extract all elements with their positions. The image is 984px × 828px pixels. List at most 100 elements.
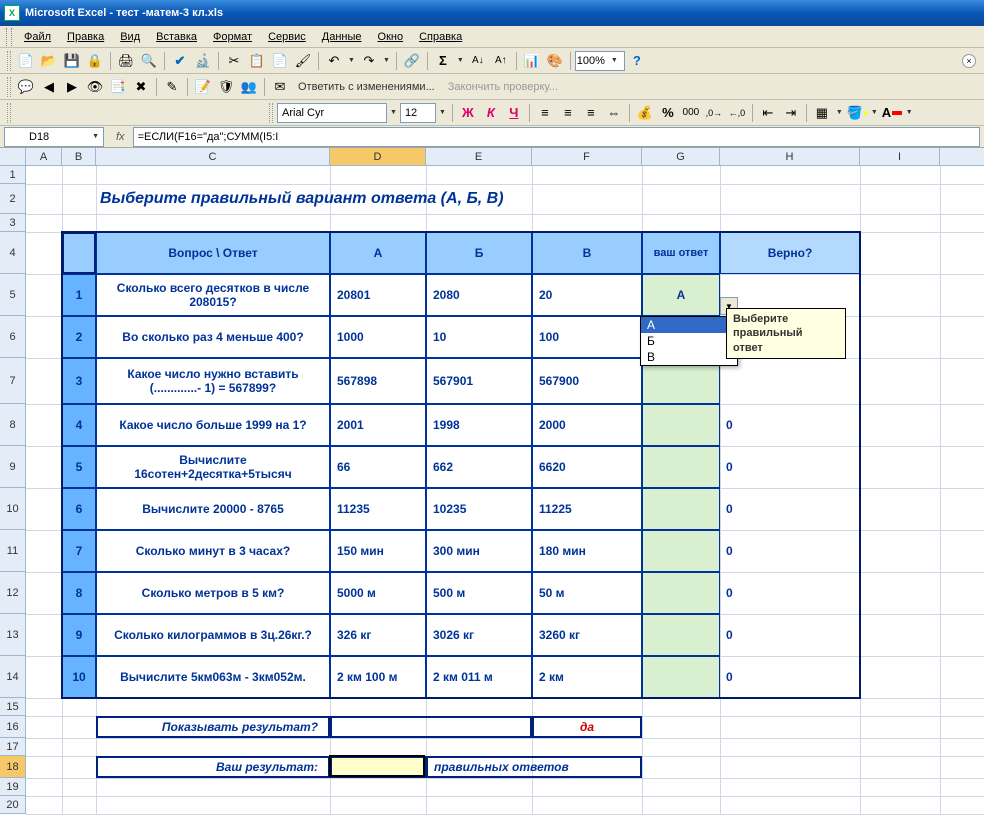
correct-cell[interactable]: 0: [720, 488, 860, 530]
correct-cell[interactable]: [720, 358, 860, 404]
menu-window[interactable]: Окно: [370, 29, 412, 45]
show-result-value[interactable]: да: [532, 716, 642, 738]
row-number[interactable]: 5: [62, 446, 96, 488]
show-result-blank[interactable]: [330, 716, 532, 738]
align-right-icon[interactable]: ≡: [580, 102, 602, 124]
row-header-14[interactable]: 14: [0, 656, 26, 698]
row-header-10[interactable]: 10: [0, 488, 26, 530]
row-header-20[interactable]: 20: [0, 796, 26, 814]
name-box[interactable]: D18: [4, 127, 104, 147]
question-cell[interactable]: Какое число больше 1999 на 1?: [96, 404, 330, 446]
answer-a[interactable]: 326 кг: [330, 614, 426, 656]
align-left-icon[interactable]: ≡: [534, 102, 556, 124]
dropdown-option[interactable]: А: [641, 317, 737, 333]
open-icon[interactable]: 📂: [38, 50, 60, 72]
menu-service[interactable]: Сервис: [260, 29, 314, 45]
row-header-17[interactable]: 17: [0, 738, 26, 756]
answer-v[interactable]: 2000: [532, 404, 642, 446]
copy-icon[interactable]: 📋: [246, 50, 268, 72]
row-header-16[interactable]: 16: [0, 716, 26, 738]
close-taskpane-icon[interactable]: ×: [962, 54, 976, 68]
question-cell[interactable]: Вычислите 20000 - 8765: [96, 488, 330, 530]
correct-cell[interactable]: 0: [720, 446, 860, 488]
font-name-input[interactable]: Arial Cyr: [277, 103, 387, 123]
header-v[interactable]: В: [532, 232, 642, 274]
your-answer[interactable]: [642, 614, 720, 656]
answer-a[interactable]: 567898: [330, 358, 426, 404]
menu-format[interactable]: Формат: [205, 29, 260, 45]
spelling-icon[interactable]: ✔: [169, 50, 191, 72]
chart-icon[interactable]: 📊: [521, 50, 543, 72]
menu-view[interactable]: Вид: [112, 29, 148, 45]
correct-cell[interactable]: 0: [720, 404, 860, 446]
preview-icon[interactable]: 🔍: [138, 50, 160, 72]
drawing-icon[interactable]: 🎨: [544, 50, 566, 72]
menu-data[interactable]: Данные: [314, 29, 370, 45]
track-changes-icon[interactable]: 📝: [192, 76, 214, 98]
comma-icon[interactable]: 000: [680, 102, 702, 124]
dropdown-list[interactable]: АБВ: [640, 316, 738, 366]
font-color-icon[interactable]: A: [881, 102, 903, 124]
answer-a[interactable]: 66: [330, 446, 426, 488]
grip-icon[interactable]: [7, 77, 11, 97]
answer-v[interactable]: 567900: [532, 358, 642, 404]
your-answer[interactable]: А: [642, 274, 720, 316]
answer-v[interactable]: 2 км: [532, 656, 642, 698]
worksheet[interactable]: A B C D E F G H I 1234567891011121314151…: [0, 148, 984, 828]
autosum-icon[interactable]: Σ: [432, 50, 454, 72]
fx-icon[interactable]: fx: [108, 131, 133, 143]
merge-center-icon[interactable]: ⇔: [603, 102, 625, 124]
your-answer[interactable]: [642, 656, 720, 698]
row-header-9[interactable]: 9: [0, 446, 26, 488]
row-header-5[interactable]: 5: [0, 274, 26, 316]
menu-file[interactable]: Файл: [16, 29, 59, 45]
answer-b[interactable]: 10235: [426, 488, 532, 530]
row-header-2[interactable]: 2: [0, 184, 26, 214]
answer-a[interactable]: 2 км 100 м: [330, 656, 426, 698]
underline-button[interactable]: Ч: [503, 102, 525, 124]
paste-icon[interactable]: 📄: [269, 50, 291, 72]
research-icon[interactable]: 🔬: [192, 50, 214, 72]
show-result-label[interactable]: Показывать результат?: [96, 716, 330, 738]
answer-b[interactable]: 300 мин: [426, 530, 532, 572]
col-header-a[interactable]: A: [26, 148, 62, 165]
question-cell[interactable]: Во сколько раз 4 меньше 400?: [96, 316, 330, 358]
answer-b[interactable]: 2080: [426, 274, 532, 316]
answer-b[interactable]: 2 км 011 м: [426, 656, 532, 698]
help-icon[interactable]: ?: [626, 50, 648, 72]
question-cell[interactable]: Сколько минут в 3 часах?: [96, 530, 330, 572]
page-title[interactable]: Выберите правильный вариант ответа (А, Б…: [96, 184, 860, 214]
bold-button[interactable]: Ж: [457, 102, 479, 124]
col-header-e[interactable]: E: [426, 148, 532, 165]
answer-v[interactable]: 3260 кг: [532, 614, 642, 656]
row-header-13[interactable]: 13: [0, 614, 26, 656]
answer-b[interactable]: 662: [426, 446, 532, 488]
dropdown-option[interactable]: Б: [641, 333, 737, 349]
row-number[interactable]: 3: [62, 358, 96, 404]
header-b[interactable]: Б: [426, 232, 532, 274]
hyperlink-icon[interactable]: 🔗: [401, 50, 423, 72]
question-cell[interactable]: Сколько метров в 5 км?: [96, 572, 330, 614]
grip-icon[interactable]: [269, 103, 273, 123]
respond-changes-button[interactable]: Ответить с изменениями...: [292, 81, 441, 93]
decrease-indent-icon[interactable]: ⇤: [757, 102, 779, 124]
new-comment-icon[interactable]: 💬: [15, 76, 37, 98]
answer-v[interactable]: 20: [532, 274, 642, 316]
permission-icon[interactable]: 🔒: [84, 50, 106, 72]
row-number[interactable]: 4: [62, 404, 96, 446]
row-header-7[interactable]: 7: [0, 358, 26, 404]
answer-a[interactable]: 1000: [330, 316, 426, 358]
question-cell[interactable]: Вычислите 16сотен+2десятка+5тысяч: [96, 446, 330, 488]
share-icon[interactable]: 👥: [238, 76, 260, 98]
italic-button[interactable]: К: [480, 102, 502, 124]
dropdown-option[interactable]: В: [641, 349, 737, 365]
question-cell[interactable]: Сколько всего десятков в числе 208015?: [96, 274, 330, 316]
row-number[interactable]: 2: [62, 316, 96, 358]
answer-v[interactable]: 11225: [532, 488, 642, 530]
answer-b[interactable]: 567901: [426, 358, 532, 404]
question-cell[interactable]: Какое число нужно вставить (............…: [96, 358, 330, 404]
your-result-value[interactable]: [330, 756, 426, 778]
header-question[interactable]: Вопрос \ Ответ: [96, 232, 330, 274]
row-header-18[interactable]: 18: [0, 756, 26, 778]
new-icon[interactable]: 📄: [15, 50, 37, 72]
